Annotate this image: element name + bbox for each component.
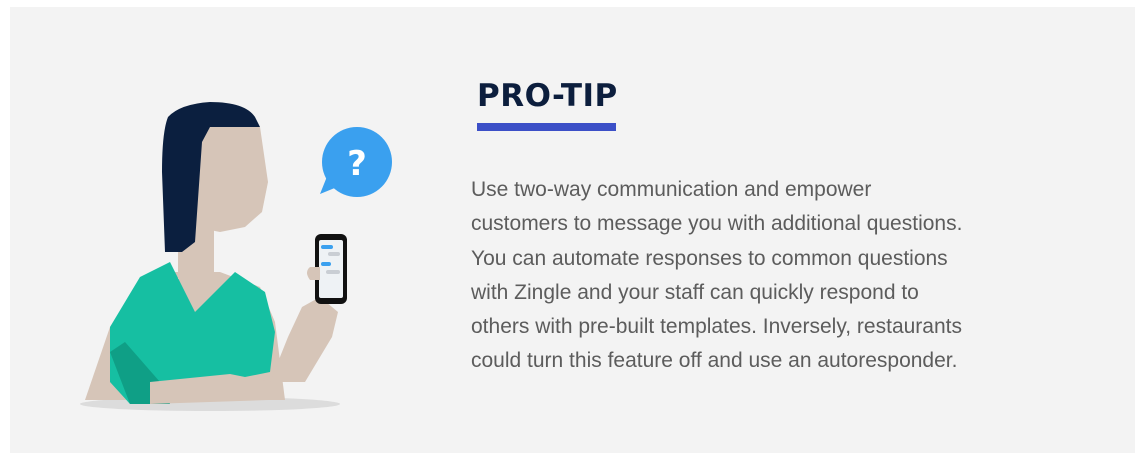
hand-fingers bbox=[307, 267, 320, 280]
pro-tip-body: Use two-way communication and empower cu… bbox=[471, 173, 1121, 379]
body-line: with Zingle and your staff can quickly r… bbox=[471, 280, 919, 304]
body-line: others with pre-built templates. Inverse… bbox=[471, 315, 962, 339]
phone-msg-1 bbox=[321, 245, 333, 249]
question-mark: ? bbox=[347, 144, 367, 184]
heading-underline bbox=[477, 123, 616, 131]
body-line: Use two-way communication and empower bbox=[471, 178, 872, 201]
body-line: customers to message you with additional… bbox=[471, 212, 963, 236]
face bbox=[195, 127, 268, 232]
phone-msg-3 bbox=[321, 262, 331, 266]
phone-msg-4 bbox=[326, 270, 340, 274]
question-bubble-icon: ? bbox=[320, 127, 392, 197]
body-line: could turn this feature off and use an a… bbox=[471, 349, 958, 373]
raised-arm bbox=[270, 297, 338, 382]
phone-msg-2 bbox=[328, 252, 340, 256]
pro-tip-heading: PRO-TIP bbox=[477, 78, 618, 114]
body-line: You can automate responses to common que… bbox=[471, 246, 948, 270]
pro-tip-card: ? PRO-TIP Use two-way communication and … bbox=[10, 7, 1135, 453]
woman-with-phone-illustration: ? bbox=[80, 102, 392, 411]
